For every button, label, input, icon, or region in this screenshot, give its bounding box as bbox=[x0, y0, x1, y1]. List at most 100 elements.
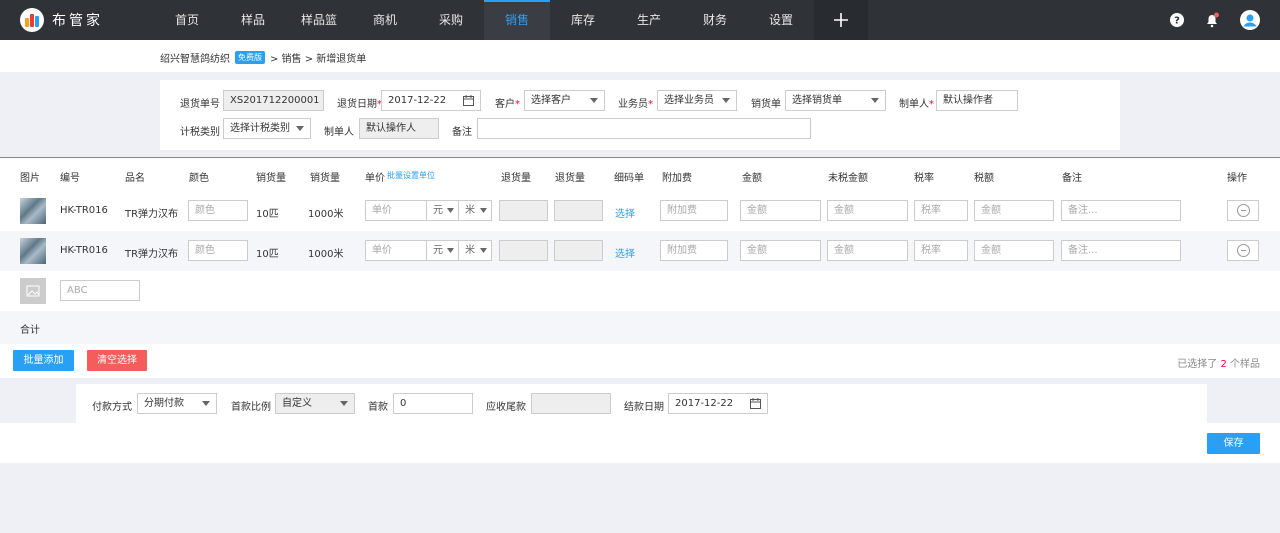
extra-fee-input[interactable]: 附加费 bbox=[660, 240, 728, 261]
unit-price-input[interactable]: 单价 bbox=[365, 200, 427, 221]
return-no-label: 退货单号 bbox=[180, 99, 220, 110]
first-ratio-value: 自定义 bbox=[282, 398, 312, 409]
user-avatar-icon[interactable] bbox=[1240, 10, 1260, 30]
batch-add-button[interactable]: 批量添加 bbox=[13, 350, 74, 371]
calendar-icon bbox=[750, 398, 761, 409]
tax-rate-input[interactable]: 税率 bbox=[914, 200, 968, 221]
color-input[interactable]: 颜色 bbox=[188, 200, 248, 221]
amount-input[interactable]: 金额 bbox=[740, 200, 821, 221]
amount-input[interactable]: 金额 bbox=[740, 240, 821, 261]
nav-inventory[interactable]: 库存 bbox=[550, 0, 616, 40]
add-menu-button[interactable] bbox=[814, 0, 868, 40]
note-input[interactable] bbox=[477, 118, 811, 139]
row-sales-qty-2: 1000米 bbox=[308, 249, 344, 260]
length-unit-select[interactable]: 米 bbox=[458, 240, 492, 261]
length-unit-select[interactable]: 米 bbox=[458, 200, 492, 221]
nav-finance[interactable]: 财务 bbox=[682, 0, 748, 40]
logo-icon bbox=[20, 8, 44, 32]
footer-bar: 保存 bbox=[0, 423, 1280, 463]
unit-price-input[interactable]: 单价 bbox=[365, 240, 427, 261]
new-item-code-input[interactable]: ABC bbox=[60, 280, 140, 301]
product-thumbnail[interactable] bbox=[20, 198, 46, 224]
first-ratio-select[interactable]: 自定义 bbox=[275, 393, 355, 414]
batch-unit-link[interactable]: 批量设置单位 bbox=[387, 170, 435, 181]
image-placeholder-icon[interactable] bbox=[20, 278, 46, 304]
salesperson-select[interactable]: 选择业务员 bbox=[657, 90, 737, 111]
nav-home[interactable]: 首页 bbox=[154, 0, 220, 40]
first-payment-label: 首款 bbox=[368, 402, 388, 413]
breadcrumb-company[interactable]: 绍兴智慧鸽纺织 bbox=[160, 50, 230, 65]
product-thumbnail[interactable] bbox=[20, 238, 46, 264]
currency-unit-select[interactable]: 元 bbox=[426, 240, 459, 261]
tax-amount-input[interactable]: 金额 bbox=[974, 240, 1054, 261]
select-detail-link[interactable]: 选择 bbox=[615, 205, 635, 220]
app-name: 布管家 bbox=[52, 13, 103, 29]
maker-field[interactable]: 默认操作者 bbox=[936, 90, 1018, 111]
nav-sample-basket[interactable]: 样品篮 bbox=[286, 0, 352, 40]
customer-select-value: 选择客户 bbox=[531, 95, 571, 106]
return-qty-input-1 bbox=[499, 200, 548, 221]
row-sales-qty-1: 10匹 bbox=[256, 209, 279, 220]
logo[interactable]: 布管家 bbox=[20, 8, 103, 32]
payment-form: 付款方式 分期付款 首款比例 自定义 首款 0 应收尾款 结款日期 2017-1… bbox=[76, 384, 1207, 423]
chevron-down-icon bbox=[340, 401, 348, 406]
nav-purchase[interactable]: 采购 bbox=[418, 0, 484, 40]
tax-rate-input[interactable]: 税率 bbox=[914, 240, 968, 261]
settle-date-field[interactable]: 2017-12-22 bbox=[668, 393, 768, 414]
return-date-field[interactable]: 2017-12-22 bbox=[381, 90, 481, 111]
col-detail-sheet: 细码单 bbox=[614, 173, 644, 184]
nav-samples[interactable]: 样品 bbox=[220, 0, 286, 40]
top-navbar: 布管家 首页 样品 样品篮 商机 采购 销售 库存 生产 财务 设置 ? bbox=[0, 0, 1280, 40]
first-payment-input[interactable]: 0 bbox=[393, 393, 473, 414]
tax-amount-input[interactable]: 金额 bbox=[974, 200, 1054, 221]
salesperson-label: 业务员* bbox=[618, 99, 653, 110]
col-return-qty-2: 退货量 bbox=[555, 173, 585, 184]
salesperson-select-value: 选择业务员 bbox=[664, 95, 714, 106]
row-sales-qty-2: 1000米 bbox=[308, 209, 344, 220]
length-unit-value: 米 bbox=[465, 205, 475, 216]
note-label: 备注 bbox=[452, 127, 472, 138]
total-row: 合计 bbox=[0, 311, 1280, 344]
settle-date-label: 结款日期 bbox=[624, 402, 664, 413]
return-date-label: 退货日期* bbox=[337, 99, 382, 110]
clear-selection-button[interactable]: 清空选择 bbox=[87, 350, 147, 371]
customer-select[interactable]: 选择客户 bbox=[524, 90, 605, 111]
nav-sales[interactable]: 销售 bbox=[484, 0, 550, 40]
col-tax-rate: 税率 bbox=[914, 173, 934, 184]
return-order-header-form: 退货单号 XS201712200001 退货日期* 2017-12-22 客户*… bbox=[160, 80, 1120, 150]
net-amount-input[interactable]: 金额 bbox=[827, 240, 908, 261]
nav-opportunity[interactable]: 商机 bbox=[352, 0, 418, 40]
currency-unit-value: 元 bbox=[433, 205, 443, 216]
tail-payment-field bbox=[531, 393, 611, 414]
table-row: HK-TR016 TR弹力汉布 颜色 10匹 1000米 单价 元 米 选择 附… bbox=[0, 231, 1280, 271]
col-amount: 金额 bbox=[742, 173, 762, 184]
col-code: 编号 bbox=[60, 173, 80, 184]
nav-settings[interactable]: 设置 bbox=[748, 0, 814, 40]
tax-type-select-value: 选择计税类别 bbox=[230, 123, 290, 134]
chevron-down-icon bbox=[871, 98, 879, 103]
currency-unit-select[interactable]: 元 bbox=[426, 200, 459, 221]
payment-method-value: 分期付款 bbox=[144, 398, 184, 409]
minus-circle-icon bbox=[1237, 244, 1250, 257]
remove-row-button[interactable] bbox=[1227, 240, 1259, 261]
customer-label: 客户* bbox=[495, 99, 520, 110]
row-note-input[interactable]: 备注... bbox=[1061, 200, 1181, 221]
select-detail-link[interactable]: 选择 bbox=[615, 245, 635, 260]
col-image: 图片 bbox=[20, 173, 40, 184]
net-amount-input[interactable]: 金额 bbox=[827, 200, 908, 221]
nav-production[interactable]: 生产 bbox=[616, 0, 682, 40]
sales-order-select[interactable]: 选择销货单 bbox=[785, 90, 886, 111]
bell-icon[interactable] bbox=[1204, 12, 1220, 28]
help-icon[interactable]: ? bbox=[1170, 13, 1184, 27]
remove-row-button[interactable] bbox=[1227, 200, 1259, 221]
row-note-input[interactable]: 备注... bbox=[1061, 240, 1181, 261]
extra-fee-input[interactable]: 附加费 bbox=[660, 200, 728, 221]
payment-method-select[interactable]: 分期付款 bbox=[137, 393, 217, 414]
save-button[interactable]: 保存 bbox=[1207, 433, 1260, 454]
svg-text:?: ? bbox=[1174, 16, 1180, 27]
color-input[interactable]: 颜色 bbox=[188, 240, 248, 261]
payment-method-label: 付款方式 bbox=[92, 402, 132, 413]
tax-type-select[interactable]: 选择计税类别 bbox=[223, 118, 311, 139]
maker-label: 制单人* bbox=[899, 99, 934, 110]
currency-unit-value: 元 bbox=[433, 245, 443, 256]
